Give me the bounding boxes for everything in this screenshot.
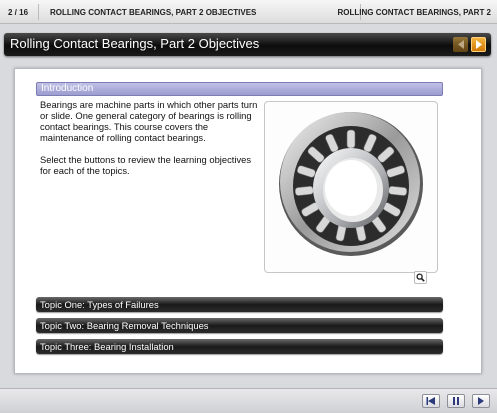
course-title-left: ROLLING CONTACT BEARINGS, PART 2 OBJECTI… — [50, 8, 257, 17]
play-icon — [478, 397, 484, 405]
spherical-roller-bearing-image — [279, 112, 423, 256]
play-button[interactable] — [472, 394, 490, 408]
previous-page-button[interactable] — [453, 37, 468, 52]
zoom-button[interactable] — [414, 271, 427, 284]
next-page-button[interactable] — [471, 37, 486, 52]
course-title-right: ROLLING CONTACT BEARINGS, PART 2 — [337, 8, 491, 17]
topic-three-button[interactable]: Topic Three: Bearing Installation — [36, 339, 443, 354]
back-icon — [426, 397, 435, 405]
previous-page-icon — [457, 40, 464, 49]
pause-icon — [453, 397, 459, 405]
magnifier-icon — [416, 273, 425, 282]
header-divider — [38, 4, 39, 20]
page-title: Rolling Contact Bearings, Part 2 Objecti… — [10, 36, 260, 51]
introduction-text: Bearings are machine parts in which othe… — [40, 99, 262, 187]
content-panel: Introduction Bearings are machine parts … — [14, 68, 482, 374]
intro-paragraph: Bearings are machine parts in which othe… — [40, 99, 258, 143]
introduction-heading: Introduction — [36, 82, 443, 96]
intro-paragraph: Select the buttons to review the learnin… — [40, 154, 252, 176]
next-page-icon — [475, 40, 482, 49]
page-counter: 2 / 16 — [8, 8, 29, 17]
pause-button[interactable] — [447, 394, 465, 408]
title-bar: Rolling Contact Bearings, Part 2 Objecti… — [4, 33, 491, 56]
playback-controls — [0, 388, 497, 413]
bearing-image-frame — [264, 101, 438, 273]
course-header: 2 / 16 ROLLING CONTACT BEARINGS, PART 2 … — [0, 0, 497, 24]
topic-one-button[interactable]: Topic One: Types of Failures — [36, 297, 443, 312]
back-button[interactable] — [422, 394, 440, 408]
topic-two-button[interactable]: Topic Two: Bearing Removal Techniques — [36, 318, 443, 333]
